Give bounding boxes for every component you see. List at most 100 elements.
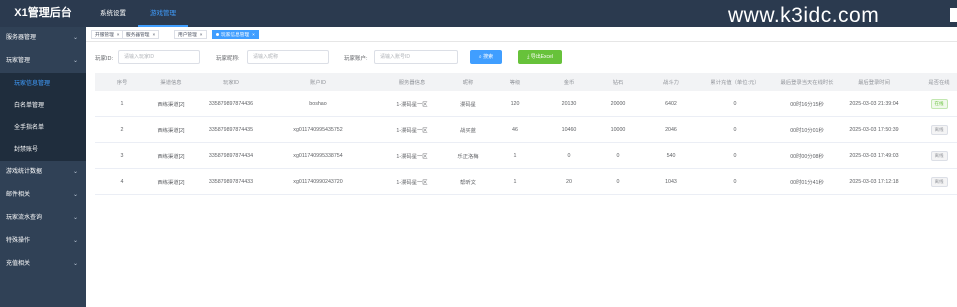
sidebar-group[interactable]: 玩家管理 ⌄ <box>0 50 86 73</box>
top-nav: 系统设置 游戏管理 <box>88 0 188 27</box>
nickname-input[interactable]: 请输入昵称 <box>247 50 329 64</box>
column-header[interactable]: 昵称 <box>440 73 496 91</box>
table-cell: 2025-03-03 17:49:03 <box>849 152 899 159</box>
sidebar-item-label: 邮件相关 <box>6 192 31 198</box>
column-header[interactable]: 钻石 <box>593 73 643 91</box>
table-cell: 6402 <box>665 100 677 107</box>
column-header[interactable]: 是否在线 <box>921 73 957 91</box>
tag-label: 用户管理 <box>178 32 197 37</box>
tag-item[interactable]: 服务器管理 × <box>122 30 160 39</box>
top-nav-game-management[interactable]: 游戏管理 <box>138 0 188 27</box>
tag-item[interactable]: 玩家信息管理 × <box>212 30 259 39</box>
table-cell: 0 <box>733 100 737 107</box>
close-icon[interactable]: × <box>152 32 155 37</box>
chevron-down-icon: ⌄ <box>72 35 78 41</box>
close-icon[interactable]: × <box>117 32 120 37</box>
table-cell: xg011740995435752 <box>293 126 343 133</box>
column-header[interactable]: 累计充值（单位:元） <box>695 73 775 91</box>
player-id-label: 玩家ID: <box>95 56 114 62</box>
search-button-label: 搜索 <box>483 54 494 60</box>
column-header[interactable]: 最后登录时间 <box>835 73 913 91</box>
table-cell: 1-漫码星一区 <box>396 101 428 108</box>
table-header: 序号 渠道信息 玩家ID 账户ID 服务器信息 昵称 等级 金币 钻石 战斗力 累计充值（单位:元）… <box>95 73 957 91</box>
account-input[interactable]: 请输入账号ID <box>374 50 458 64</box>
column-header[interactable]: 服务器信息 <box>387 73 437 91</box>
sidebar-group[interactable]: 特殊操作 ⌄ <box>0 230 86 253</box>
table-row[interactable]: 3 西练渠道[2] 335879897874434 xg011740995338754… <box>95 143 957 169</box>
column-header[interactable]: 账户ID <box>251 73 385 91</box>
top-bar: X1管理后台 系统设置 游戏管理 www.k3idc.com <box>0 0 957 27</box>
tags-view-bar: 开服管理 × 服务器管理 × 用户管理 × 玩家信息管理 × <box>86 27 957 42</box>
table-cell: 2046 <box>665 126 677 133</box>
account-label: 玩家账户: <box>344 56 368 62</box>
chevron-down-icon: ⌄ <box>72 169 78 175</box>
sidebar-group[interactable]: 游戏统计数据 ⌄ <box>0 161 86 184</box>
table-cell: boshao <box>309 100 327 107</box>
table-cell: 46 <box>512 126 518 133</box>
close-icon[interactable]: × <box>252 32 255 37</box>
close-icon[interactable]: × <box>200 32 203 37</box>
table-cell: 2025-03-03 17:50:39 <box>849 126 899 133</box>
sidebar-group[interactable]: 充值相关 ⌄ <box>0 253 86 276</box>
table-cell: 0 <box>567 152 571 159</box>
column-header[interactable]: 战斗力 <box>643 73 699 91</box>
chevron-down-icon: ⌄ <box>72 215 78 221</box>
table-cell: 0 <box>616 178 620 185</box>
table-cell: 1-漫码星一区 <box>396 179 428 186</box>
table-row[interactable]: 2 西练渠道[2] 335879897874435 xg011740995435752… <box>95 117 957 143</box>
export-excel-button[interactable]: ⤓ 导出Excel <box>518 50 562 64</box>
chevron-down-icon: ⌄ <box>72 238 78 244</box>
sidebar-item-label: 玩家信息管理 <box>14 81 51 87</box>
table-cell: 0 <box>733 178 737 185</box>
search-button[interactable]: ⌕ 搜索 <box>470 50 502 64</box>
table-cell: 0 <box>733 126 737 133</box>
export-button-label: 导出Excel <box>530 54 553 60</box>
online-status-badge: 离线 <box>930 176 948 187</box>
table-cell: xg011740990243720 <box>293 178 343 185</box>
watermark-text: www.k3idc.com <box>728 4 880 27</box>
online-status-badge: 离线 <box>930 124 948 135</box>
chevron-down-icon: ⌄ <box>72 261 78 267</box>
sidebar-item-label: 白名单管理 <box>14 103 45 109</box>
sidebar-group[interactable]: 玩家流水查询 ⌄ <box>0 207 86 230</box>
active-dot-icon <box>216 33 219 37</box>
sidebar-item-label: 玩家管理 <box>6 58 31 64</box>
table-cell: 2025-03-03 17:12:18 <box>849 178 899 185</box>
tag-label: 服务器管理 <box>126 32 150 37</box>
chevron-down-icon: ⌄ <box>72 58 78 64</box>
sidebar-subitem[interactable]: 全手指名单 <box>0 117 86 139</box>
table-row[interactable]: 1 西练渠道[2] 335879897874436 boshao 1-漫码星一区 漫码星 1… <box>95 91 957 117</box>
table-cell: 20130 <box>561 100 577 107</box>
sidebar-item-label: 充值相关 <box>6 261 31 267</box>
table-cell: 1043 <box>665 178 677 185</box>
tag-item[interactable]: 用户管理 × <box>174 30 207 39</box>
tag-item[interactable]: 开服管理 × <box>91 30 124 39</box>
sidebar-subitem[interactable]: 白名单管理 <box>0 95 86 117</box>
filter-bar: 玩家ID: 请输入玩家ID 玩家昵称: 请输入昵称 玩家账户: 请输入账号ID … <box>86 42 957 75</box>
table-cell: 20 <box>566 178 572 185</box>
column-header[interactable]: 等级 <box>491 73 539 91</box>
table-body: 1 西练渠道[2] 335879897874436 boshao 1-漫码星一区 漫码星 1… <box>95 91 957 195</box>
tag-label: 开服管理 <box>95 32 114 37</box>
online-status-badge: 在线 <box>930 98 948 109</box>
sidebar-subitem[interactable]: 封禁账号 <box>0 139 86 161</box>
sidebar-group[interactable]: 服务器管理 ⌄ <box>0 27 86 50</box>
table-cell: 帮昕文 <box>460 179 476 186</box>
player-table: 序号 渠道信息 玩家ID 账户ID 服务器信息 昵称 等级 金币 钻石 战斗力 累计充值（单位:元）… <box>95 73 957 195</box>
player-id-input[interactable]: 请输入玩家ID <box>118 50 200 64</box>
online-status-badge: 离线 <box>930 150 948 161</box>
sidebar-item-label: 游戏统计数据 <box>6 169 43 175</box>
table-cell: 漫码星 <box>460 101 476 108</box>
column-header[interactable]: 金币 <box>543 73 595 91</box>
sidebar-subitem[interactable]: 玩家信息管理 <box>0 73 86 95</box>
table-cell: 1 <box>513 178 517 185</box>
top-nav-system-settings[interactable]: 系统设置 <box>88 0 138 27</box>
table-cell: 10000 <box>610 126 626 133</box>
sidebar-group[interactable]: 邮件相关 ⌄ <box>0 184 86 207</box>
table-cell: 在线 <box>921 91 957 116</box>
table-cell: 1 <box>513 152 517 159</box>
table-row[interactable]: 4 西练渠道[2] 335879897874433 xg011740990243720… <box>95 169 957 195</box>
watermark-box <box>950 8 957 22</box>
sidebar-item-label: 服务器管理 <box>6 35 37 41</box>
table-cell: 乐正洛梅 <box>457 153 479 160</box>
